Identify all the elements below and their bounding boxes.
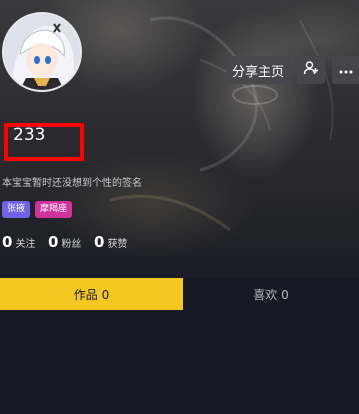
stat-following-label: 关注 bbox=[15, 239, 36, 250]
stat-following[interactable]: 0 关注 bbox=[2, 233, 35, 251]
tab-works[interactable]: 作品 0 bbox=[0, 278, 183, 310]
share-profile-button[interactable]: 分享主页 bbox=[226, 56, 290, 84]
stat-followers-label: 粉丝 bbox=[61, 239, 82, 250]
add-friend-button[interactable] bbox=[297, 56, 325, 84]
tab-likes[interactable]: 喜欢 0 bbox=[183, 278, 359, 310]
more-options-button[interactable] bbox=[332, 56, 359, 84]
tag-city: 张掖 bbox=[2, 201, 31, 218]
stat-followers[interactable]: 0 粉丝 bbox=[48, 233, 81, 251]
profile-bio: 本宝宝暂时还没想到个性的签名 bbox=[2, 178, 142, 189]
avatar[interactable] bbox=[2, 12, 82, 92]
stat-followers-count: 0 bbox=[48, 233, 59, 251]
red-highlight-annotation bbox=[4, 123, 84, 161]
stat-likes-received[interactable]: 0 获赞 bbox=[94, 233, 127, 251]
tag-zodiac: 摩羯座 bbox=[35, 201, 73, 218]
stat-likes-label: 获赞 bbox=[107, 239, 128, 250]
stat-likes-count: 0 bbox=[94, 233, 105, 251]
more-dots-icon bbox=[339, 63, 353, 78]
stat-following-count: 0 bbox=[2, 233, 13, 251]
profile-tabs: 作品 0 喜欢 0 bbox=[0, 278, 359, 310]
add-user-icon bbox=[303, 60, 319, 80]
share-profile-label: 分享主页 bbox=[231, 64, 284, 80]
